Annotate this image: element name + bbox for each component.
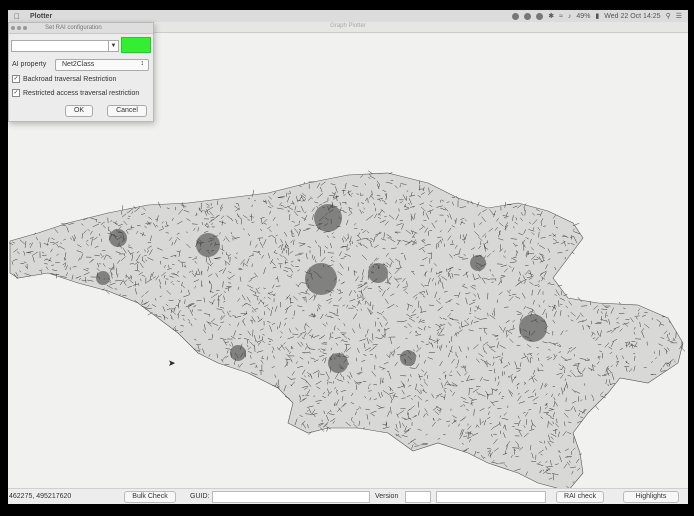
backroad-restriction-label: Backroad traversal Restriction <box>23 75 117 83</box>
ok-button[interactable]: OK <box>65 105 93 117</box>
chevron-down-icon[interactable]: ▼ <box>108 41 118 51</box>
city-cluster <box>470 255 486 271</box>
volume-icon[interactable]: ♪ <box>568 13 572 20</box>
city-cluster <box>109 229 127 247</box>
status-bar: 462275, 495217620 Bulk Check GUID: Versi… <box>8 488 688 504</box>
dialog-titlebar: Set RAI configuration <box>9 23 153 34</box>
apple-icon[interactable]:  <box>14 12 22 21</box>
desktop-screen:  Plotter ✱ ≈ ♪ 49% ▮ Wed 22 Oct 14:25 ⚲… <box>8 10 688 504</box>
version-input[interactable] <box>405 491 431 503</box>
guid-label: GUID: <box>190 493 210 500</box>
backroad-restriction-checkbox[interactable]: ✓ <box>12 75 20 83</box>
chevron-updown-icon: ↕ <box>140 60 145 67</box>
bluetooth-icon[interactable]: ✱ <box>548 12 554 20</box>
version-select[interactable] <box>436 491 546 503</box>
road-segment <box>367 170 374 175</box>
cancel-button[interactable]: Cancel <box>107 105 147 117</box>
clock[interactable]: Wed 22 Oct 14:25 <box>604 13 660 20</box>
minimize-window-icon[interactable] <box>17 26 21 30</box>
mouse-cursor-icon: ➤ <box>168 358 176 368</box>
highlights-button[interactable]: Highlights <box>623 491 679 503</box>
shield-icon[interactable] <box>524 12 532 20</box>
layer-dropdown[interactable]: ▼ <box>11 40 119 52</box>
city-cluster <box>328 353 348 373</box>
close-window-icon[interactable] <box>11 26 15 30</box>
battery-icon[interactable]: ▮ <box>595 12 599 20</box>
property-select[interactable]: Net2Class ↕ <box>55 59 149 71</box>
city-cluster <box>96 271 110 285</box>
status-icon[interactable] <box>512 12 520 20</box>
list-icon[interactable]: ☰ <box>676 12 682 20</box>
property-label: AI property <box>12 61 47 68</box>
search-icon[interactable]: ⚲ <box>666 12 671 20</box>
road-segment <box>571 251 575 255</box>
city-cluster <box>400 350 416 366</box>
version-label: Version <box>375 493 399 500</box>
city-cluster <box>305 263 337 295</box>
city-cluster <box>230 345 246 361</box>
bulk-check-button[interactable]: Bulk Check <box>124 491 176 503</box>
app-menu[interactable]: Plotter <box>30 13 52 20</box>
rai-config-dialog: Set RAI configuration ▼ AI property Net2… <box>8 22 154 122</box>
city-cluster <box>196 233 220 257</box>
battery-label[interactable]: 49% <box>576 13 590 20</box>
dialog-title: Set RAI configuration <box>45 25 102 31</box>
city-cluster <box>368 263 388 283</box>
time-machine-icon[interactable] <box>536 12 544 20</box>
zoom-window-icon[interactable] <box>23 26 27 30</box>
rai-check-button[interactable]: RAI check <box>556 491 604 503</box>
restricted-access-checkbox[interactable]: ✓ <box>12 89 20 97</box>
coordinate-readout: 462275, 495217620 <box>9 493 72 500</box>
restricted-access-label: Restricted access traversal restriction <box>23 89 140 97</box>
guid-input[interactable] <box>212 491 370 503</box>
property-value: Net2Class <box>62 61 95 68</box>
color-swatch-button[interactable] <box>121 37 151 53</box>
wifi-icon[interactable]: ≈ <box>559 13 563 20</box>
road-segment <box>595 405 599 410</box>
city-cluster <box>314 204 342 232</box>
restricted-access-row[interactable]: ✓ Restricted access traversal restrictio… <box>12 89 139 97</box>
backroad-restriction-row[interactable]: ✓ Backroad traversal Restriction <box>12 75 116 83</box>
city-cluster <box>519 314 547 342</box>
map-region-shape <box>9 172 684 488</box>
